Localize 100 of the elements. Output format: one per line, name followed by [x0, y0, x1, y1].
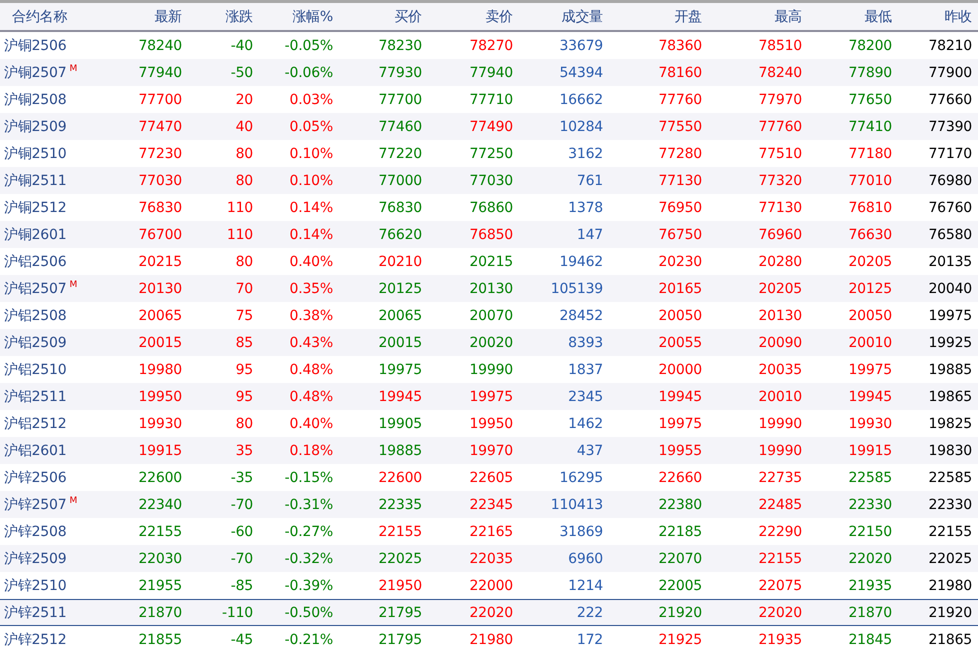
table-cell-text: 80 — [234, 254, 253, 270]
table-cell-text: 77700 — [137, 92, 182, 108]
table-cell-text: 77890 — [847, 64, 892, 80]
quote-row[interactable]: 沪铝2601 19915 35 0.18% 19885 19970 437 19955 19990 19915 19830 — [0, 437, 978, 464]
column-header[interactable]: 昨收 — [892, 8, 972, 26]
table-cell-text: 0.40% — [288, 254, 333, 270]
table-cell-text: -0.50% — [284, 604, 333, 620]
table-cell-text: 20130 — [137, 280, 182, 296]
table-cell-text: 77460 — [377, 118, 422, 134]
quote-row[interactable]: 沪锌2511 21870 -110 -0.50% 21795 22020 222 21920 22020 21870 21920 — [0, 599, 978, 626]
table-cell-text: 19970 — [468, 442, 513, 458]
table-cell-text: 19945 — [377, 388, 422, 404]
quote-row[interactable]: 沪锌2509 22030 -70 -0.32% 22025 22035 6960 22070 22155 22020 22025 — [0, 545, 978, 572]
table-cell-text: 2345 — [567, 388, 603, 404]
table-cell-text: 20010 — [757, 388, 802, 404]
main-contract-tag: M — [69, 64, 78, 74]
table-cell-text: 20135 — [927, 254, 972, 270]
table-cell-text: 78160 — [657, 64, 702, 80]
table-cell-text: 76760 — [927, 200, 972, 216]
column-header[interactable]: 最高 — [702, 8, 802, 26]
quote-row[interactable]: 沪锌2507 M 22340 -70 -0.31% 22335 22345 110413 22380 22485 22330 22330 — [0, 491, 978, 518]
table-cell-text: 77250 — [468, 146, 513, 162]
column-header[interactable]: 合约名称 — [0, 8, 110, 26]
quote-row[interactable]: 沪铜2601 76700 110 0.14% 76620 76850 147 76750 76960 76630 76580 — [0, 221, 978, 248]
table-cell-text: 76830 — [377, 200, 422, 216]
table-cell-text: 77010 — [847, 172, 892, 188]
quote-row[interactable]: 沪铜2507 M 77940 -50 -0.06% 77930 77940 54394 78160 78240 77890 77900 — [0, 59, 978, 86]
table-cell-text: 22020 — [757, 604, 802, 620]
column-header[interactable]: 涨幅% — [253, 8, 333, 26]
table-cell-text: 19975 — [377, 362, 422, 378]
table-cell-text: -50 — [230, 64, 253, 80]
quote-row[interactable]: 沪铜2509 77470 40 0.05% 77460 77490 10284 77550 77760 77410 77390 — [0, 113, 978, 140]
table-cell-text: -40 — [230, 38, 253, 54]
table-cell-text: 21935 — [757, 632, 802, 648]
table-cell-text: 0.05% — [288, 118, 333, 134]
table-cell-text: 147 — [576, 226, 603, 242]
column-header[interactable]: 最新 — [110, 8, 182, 26]
column-header[interactable]: 成交量 — [513, 8, 603, 26]
contract-name: 沪铜2508 — [4, 90, 66, 108]
table-cell-text: 761 — [576, 172, 603, 188]
quote-row[interactable]: 沪铝2511 19950 95 0.48% 19945 19975 2345 19945 20010 19945 19865 — [0, 383, 978, 410]
table-cell-text: 77220 — [377, 146, 422, 162]
table-cell-text: 70 — [234, 280, 253, 296]
table-cell-text: 21795 — [377, 632, 422, 648]
column-header[interactable]: 涨跌 — [182, 8, 253, 26]
table-cell-text: 22290 — [757, 524, 802, 540]
contract-name: 沪铝2507 — [4, 280, 66, 298]
table-cell-text: 19905 — [377, 416, 422, 432]
table-cell-text: 19950 — [468, 416, 513, 432]
contract-name: 沪锌2510 — [4, 576, 66, 594]
table-cell-text: 21955 — [137, 578, 182, 594]
column-header[interactable]: 买价 — [333, 8, 422, 26]
contract-name: 沪锌2512 — [4, 630, 66, 648]
table-cell-text: 20020 — [468, 334, 513, 350]
table-cell-text: 22020 — [468, 604, 513, 620]
quote-row[interactable]: 沪铜2511 77030 80 0.10% 77000 77030 761 77130 77320 77010 76980 — [0, 167, 978, 194]
table-cell-text: 77930 — [377, 64, 422, 80]
quote-row[interactable]: 沪铝2509 20015 85 0.43% 20015 20020 8393 20055 20090 20010 19925 — [0, 329, 978, 356]
table-cell-text: 22330 — [847, 496, 892, 512]
table-cell-text: 76810 — [847, 200, 892, 216]
table-cell-text: 22485 — [757, 496, 802, 512]
table-cell-text: 22025 — [377, 550, 422, 566]
table-cell-text: 77940 — [137, 64, 182, 80]
table-cell-text: 20130 — [757, 308, 802, 324]
table-cell-text: 20010 — [847, 334, 892, 350]
table-cell-text: 20215 — [468, 254, 513, 270]
table-cell-text: 19865 — [927, 388, 972, 404]
table-cell-text: 20 — [234, 92, 253, 108]
table-cell-text: 77760 — [657, 92, 702, 108]
table-cell-text: -0.05% — [284, 38, 333, 54]
table-cell-text: 19462 — [558, 254, 603, 270]
contract-name: 沪铝2508 — [4, 306, 66, 324]
table-cell-text: -0.21% — [284, 632, 333, 648]
table-cell-text: 78240 — [137, 38, 182, 54]
contract-name: 沪锌2509 — [4, 550, 66, 568]
table-cell-text: 77320 — [757, 172, 802, 188]
table-cell-text: 22345 — [468, 496, 513, 512]
table-cell-text: 22380 — [657, 496, 702, 512]
table-cell-text: 78240 — [757, 64, 802, 80]
table-cell-text: 22660 — [657, 470, 702, 486]
column-header[interactable]: 卖价 — [422, 8, 513, 26]
table-cell-text: -0.15% — [284, 470, 333, 486]
table-cell-text: 21870 — [137, 604, 182, 620]
table-cell-text: 20280 — [757, 254, 802, 270]
table-cell-text: 78210 — [927, 38, 972, 54]
table-cell-text: 21980 — [927, 578, 972, 594]
table-cell-text: 21920 — [927, 604, 972, 620]
table-cell-text: 78510 — [757, 38, 802, 54]
table-cell-text: 110413 — [550, 496, 603, 512]
contract-name: 沪铝2512 — [4, 414, 66, 432]
quote-row[interactable]: 沪铝2507 M 20130 70 0.35% 20125 20130 105139 20165 20205 20125 20040 — [0, 275, 978, 302]
contract-name: 沪铜2512 — [4, 198, 66, 216]
table-cell-text: 77900 — [927, 64, 972, 80]
column-header[interactable]: 最低 — [802, 8, 892, 26]
table-cell-text: 172 — [576, 632, 603, 648]
table-cell-text: 85 — [234, 334, 253, 350]
table-cell-text: 21795 — [377, 604, 422, 620]
column-header[interactable]: 开盘 — [603, 8, 702, 26]
table-cell-text: 19990 — [468, 362, 513, 378]
table-cell-text: 22155 — [377, 524, 422, 540]
